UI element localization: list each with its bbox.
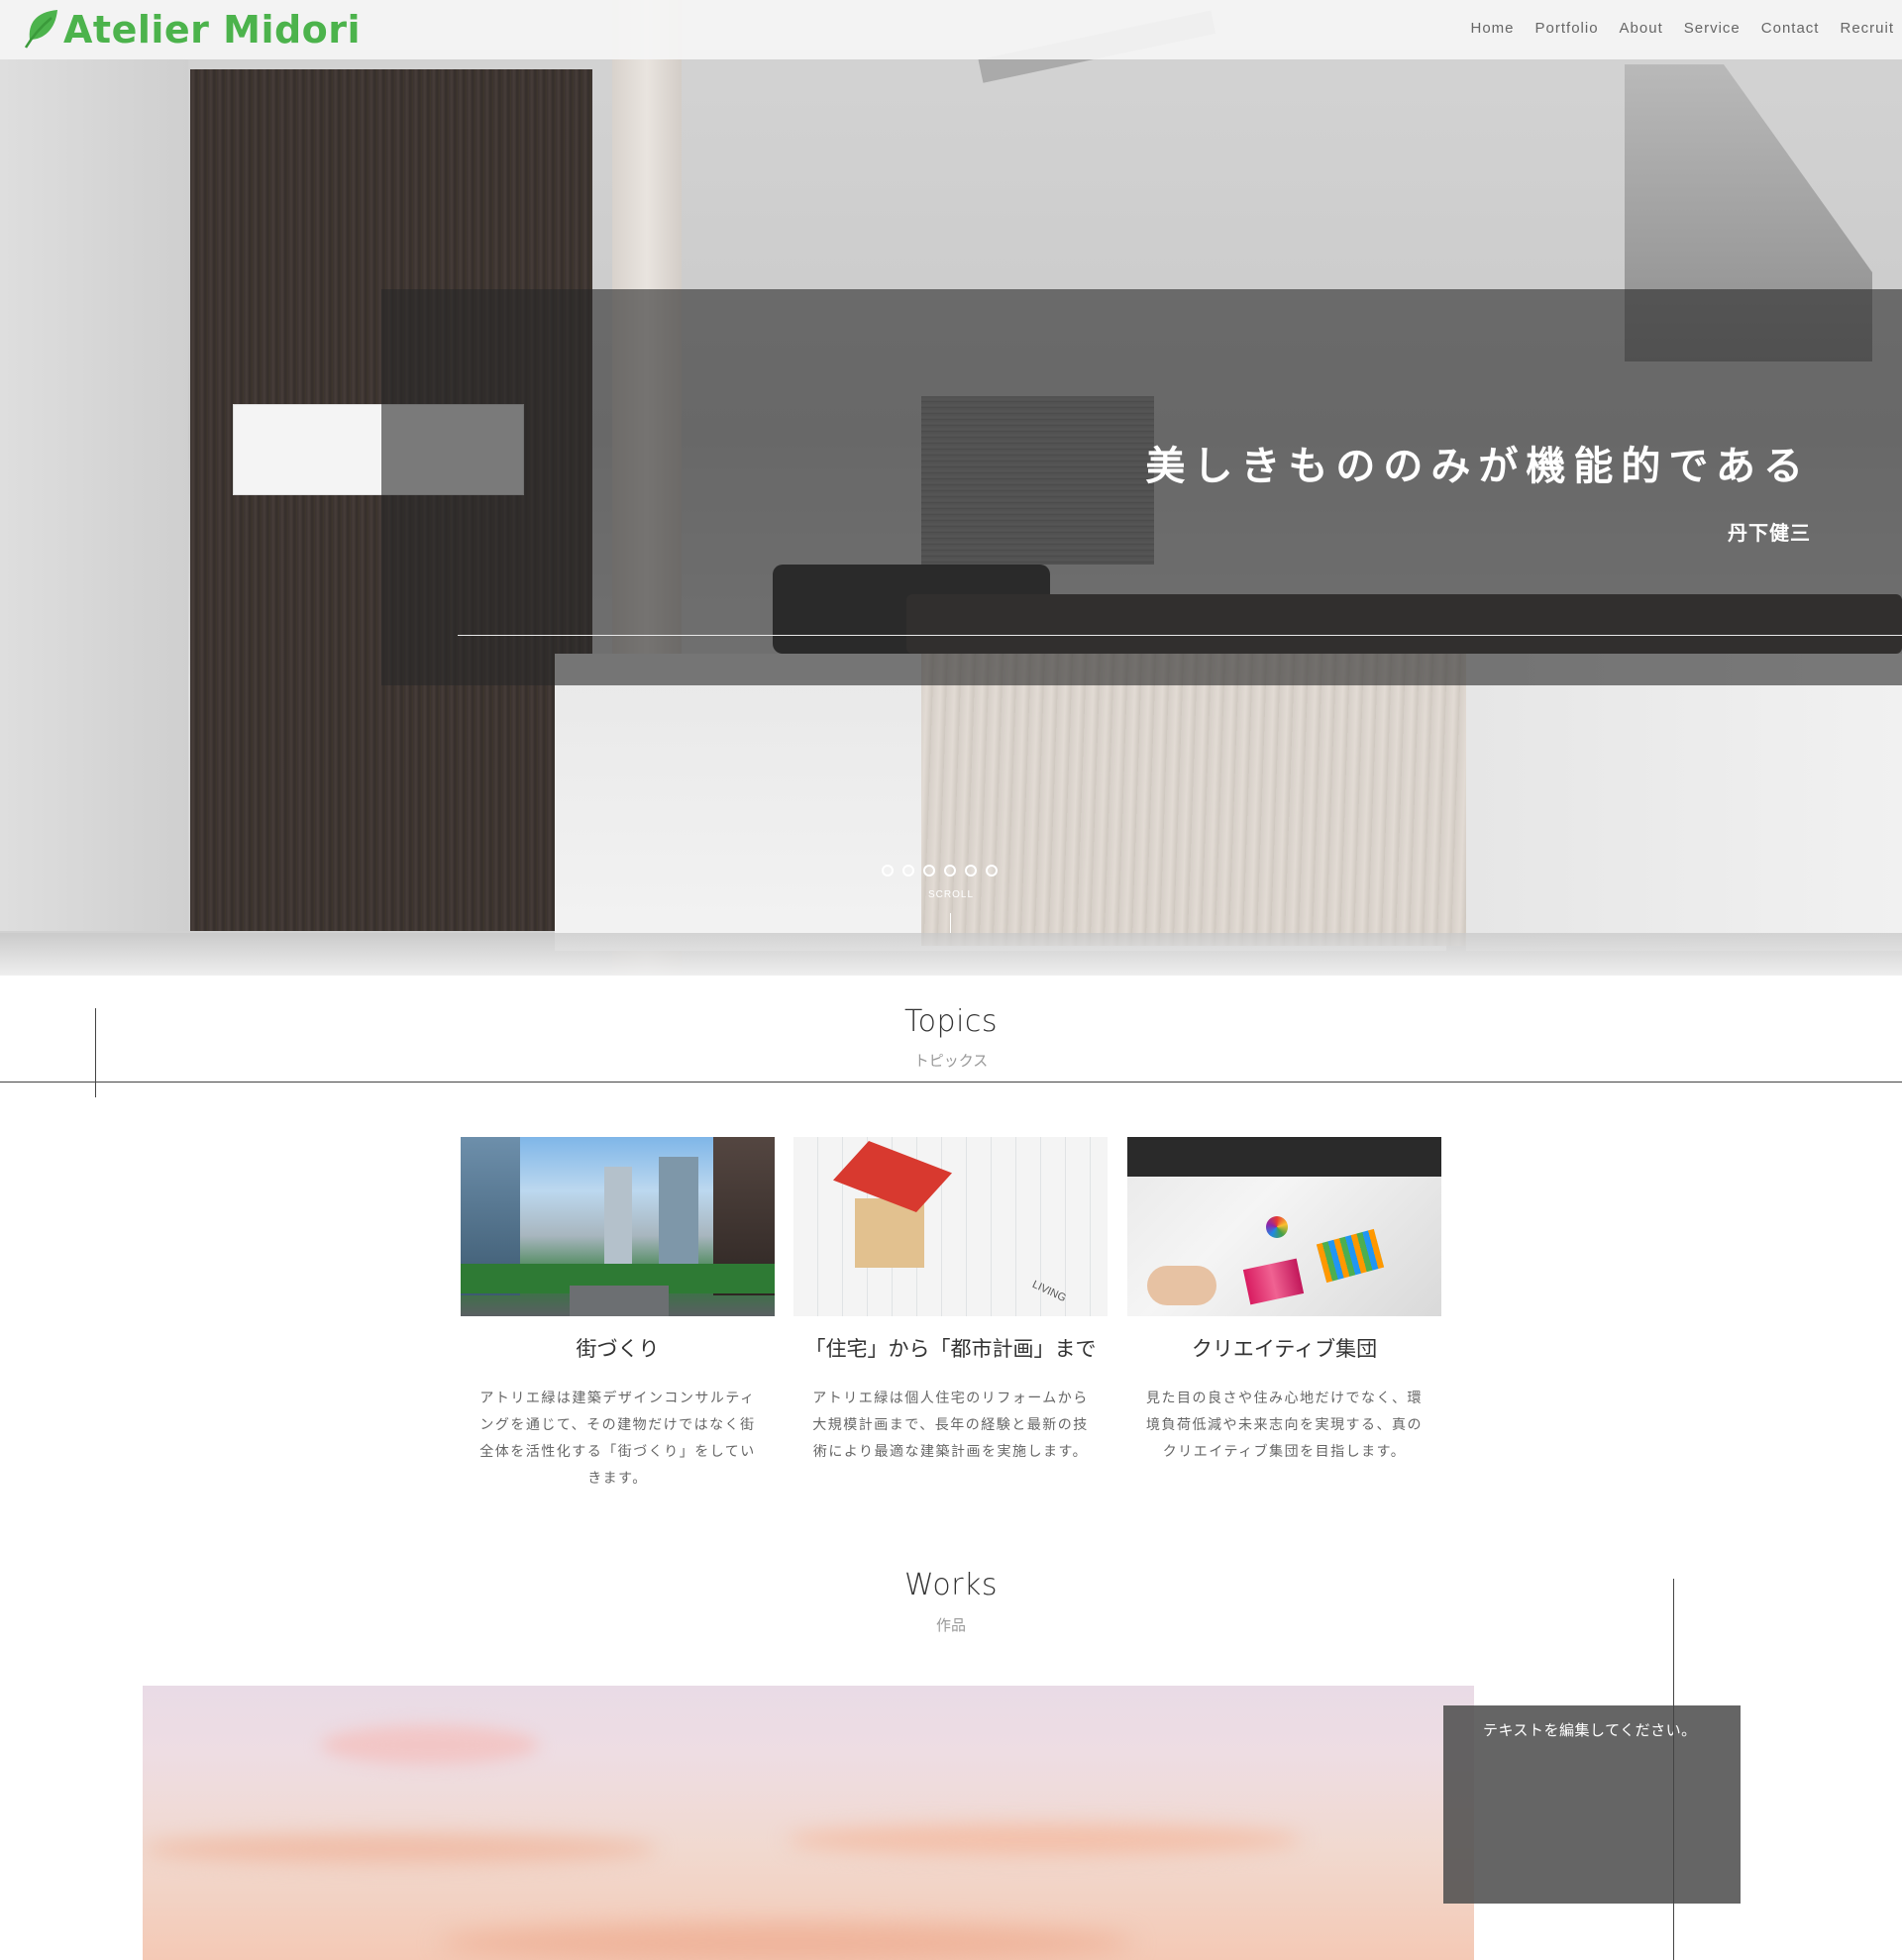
topic-card-text: アトリエ緑は建築デザインコンサルティングを通じて、その建物だけではなく街全体を活…: [479, 1391, 756, 1487]
house-photo-label: LIVING: [1030, 1278, 1068, 1305]
nav-home[interactable]: Home: [1471, 20, 1515, 37]
topic-card-text: アトリエ緑は個人住宅のリフォームから大規模計画まで、長年の経験と最新の技術により…: [812, 1391, 1089, 1460]
topic-card-title: クリエイティブ集団: [1191, 1337, 1378, 1361]
scroll-line: [950, 913, 951, 933]
slide-dot-4[interactable]: [944, 865, 956, 877]
slide-indicator: [882, 865, 1006, 877]
topics-subtitle: トピックス: [913, 1052, 989, 1070]
house-model-photo: LIVING: [793, 1137, 1108, 1316]
creative-team-photo: [1127, 1137, 1441, 1316]
hero-slideshow: 美しきもののみが機能的である 丹下健三 SCROLL: [0, 0, 1902, 976]
topic-card[interactable]: クリエイティブ集団 見た目の良さや住み心地だけでなく、環境負荷低減や未来志向を実…: [1127, 1137, 1441, 1466]
works-box-text: テキストを編集してください。: [1483, 1721, 1697, 1739]
logo-text: Atelier Midori: [63, 8, 362, 52]
works-text-box: テキストを編集してください。: [1443, 1705, 1741, 1904]
hero-divider-line: [458, 635, 1902, 636]
main-nav: Home Portfolio About Service Contact Rec…: [1450, 20, 1895, 37]
topic-card-title: 「住宅」から「都市計画」まで: [804, 1337, 1097, 1361]
hero-bottom-fade: [0, 933, 1902, 976]
topic-card-title: 街づくり: [576, 1337, 660, 1361]
slide-dot-6[interactable]: [986, 865, 998, 877]
topic-card[interactable]: LIVING 「住宅」から「都市計画」まで アトリエ緑は個人住宅のリフォームから…: [793, 1137, 1108, 1466]
leaf-icon: [22, 6, 61, 53]
works-sky-photo[interactable]: [143, 1686, 1474, 1960]
scroll-label[interactable]: SCROLL: [0, 889, 1902, 900]
city-photo: [461, 1137, 775, 1316]
slide-dot-5[interactable]: [965, 865, 977, 877]
hero-kitchen-cabinets: [1466, 654, 1902, 951]
topic-card-text: 見た目の良さや住み心地だけでなく、環境負荷低減や未来志向を実現する、真のクリエイ…: [1146, 1391, 1423, 1460]
nav-about[interactable]: About: [1620, 20, 1663, 37]
nav-service[interactable]: Service: [1684, 20, 1741, 37]
hero-quote: 美しきもののみが機能的である: [1145, 444, 1811, 489]
works-title: Works: [903, 1568, 999, 1602]
topic-card[interactable]: 街づくり アトリエ緑は建築デザインコンサルティングを通じて、その建物だけではなく…: [461, 1137, 775, 1493]
nav-contact[interactable]: Contact: [1761, 20, 1820, 37]
topics-horizontal-line: [0, 1082, 1902, 1083]
slide-dot-3[interactable]: [923, 865, 935, 877]
site-header: Atelier Midori Home Portfolio About Serv…: [0, 0, 1902, 59]
slide-dot-2[interactable]: [902, 865, 914, 877]
nav-portfolio[interactable]: Portfolio: [1535, 20, 1599, 37]
topics-title: Topics: [903, 1004, 999, 1039]
hero-quote-author: 丹下健三: [1728, 521, 1811, 545]
nav-recruit[interactable]: Recruit: [1840, 20, 1894, 37]
logo[interactable]: Atelier Midori: [22, 6, 361, 53]
slide-dot-1[interactable]: [882, 865, 894, 877]
works-vertical-line: [1673, 1579, 1674, 1960]
topics-vertical-line: [95, 1008, 96, 1097]
hero-left-wall: [0, 59, 188, 931]
works-subtitle: 作品: [935, 1616, 966, 1634]
